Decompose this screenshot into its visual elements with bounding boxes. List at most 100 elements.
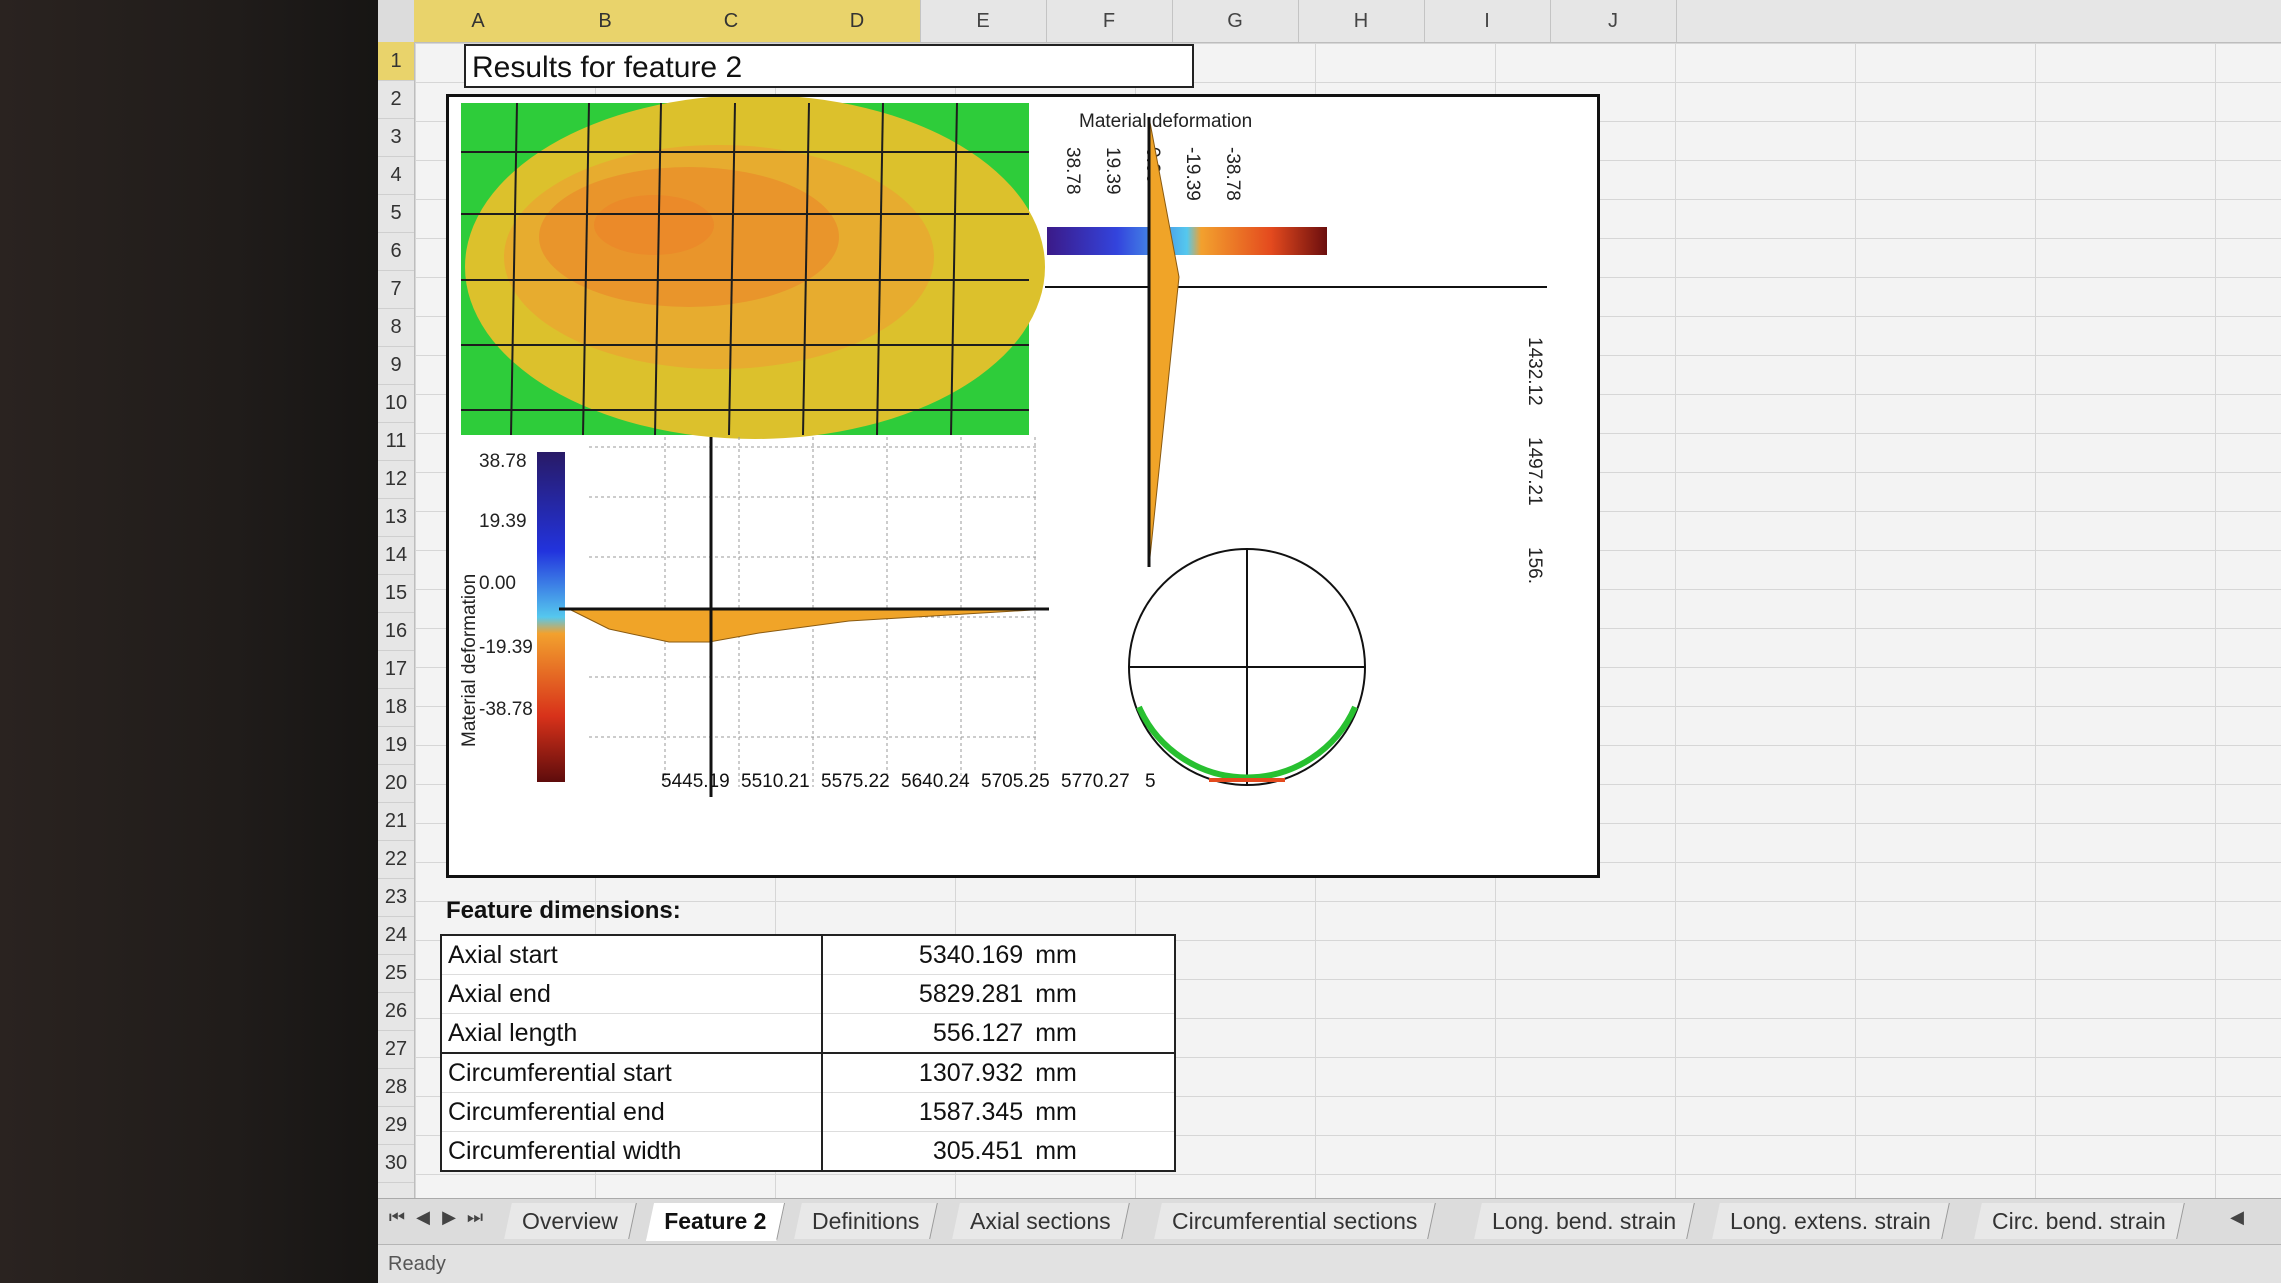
row-header-23[interactable]: 23 — [378, 878, 414, 917]
monitor-bezel — [0, 0, 420, 1283]
tab-label: Overview — [522, 1208, 618, 1234]
dimension-value[interactable]: 1587.345 — [822, 1092, 1030, 1132]
row-header-5[interactable]: 5 — [378, 194, 414, 233]
row-header-24[interactable]: 24 — [378, 916, 414, 955]
x-axis-labels: 5445.19 5510.21 5575.22 5640.24 5705.25 … — [661, 771, 1156, 792]
last-sheet-icon[interactable]: ⏭ — [464, 1207, 486, 1228]
dimension-label[interactable]: Axial end — [441, 974, 824, 1014]
column-d-header[interactable]: D — [794, 0, 921, 42]
x-axis-label: 5640.24 — [901, 771, 970, 792]
dimension-unit[interactable]: mm — [1029, 1052, 1175, 1093]
axial-profile-shape — [568, 608, 1050, 643]
row-header-2[interactable]: 2 — [378, 80, 414, 119]
row-header-16[interactable]: 16 — [378, 612, 414, 651]
deformation-chart: Material deformation 38.78 19.39 0.00 -1… — [446, 94, 1600, 878]
row-header-30[interactable]: 30 — [378, 1144, 414, 1183]
row-header-18[interactable]: 18 — [378, 688, 414, 727]
right-axis-label: 156. — [1524, 547, 1545, 584]
dimension-value[interactable]: 5340.169 — [822, 935, 1030, 975]
next-sheet-icon[interactable]: ▶ — [438, 1207, 460, 1228]
tab-long-bend-strain[interactable]: Long. bend. strain — [1474, 1203, 1695, 1239]
tab-circ-bend-strain[interactable]: Circ. bend. strain — [1974, 1203, 2185, 1239]
status-bar: Ready — [378, 1244, 2281, 1283]
tab-label: Long. bend. strain — [1492, 1208, 1677, 1234]
row-header-25[interactable]: 25 — [378, 954, 414, 993]
row-header-4[interactable]: 4 — [378, 156, 414, 195]
column-g-header[interactable]: G — [1172, 0, 1299, 42]
dimension-unit[interactable]: mm — [1029, 1013, 1175, 1054]
x-axis-label: 5 — [1145, 771, 1156, 792]
dimension-label[interactable]: Circumferential end — [441, 1092, 824, 1132]
right-axis-labels: 1432.12 1497.21 156. — [1524, 337, 1545, 584]
contour-map — [461, 97, 1045, 439]
row-header: 1 2 3 4 5 6 7 8 9 10 11 12 13 14 15 16 1… — [378, 42, 415, 1212]
left-scale-label: -38.78 — [479, 699, 533, 720]
row-header-22[interactable]: 22 — [378, 840, 414, 879]
dimension-label[interactable]: Circumferential start — [441, 1052, 824, 1093]
row-header-10[interactable]: 10 — [378, 384, 414, 423]
row-header-26[interactable]: 26 — [378, 992, 414, 1031]
first-sheet-icon[interactable]: ⏮ — [386, 1207, 408, 1228]
x-axis-label: 5705.25 — [981, 771, 1050, 792]
row-header-1[interactable]: 1 — [378, 42, 414, 81]
dimension-label[interactable]: Axial start — [441, 935, 824, 975]
dimension-label[interactable]: Axial length — [441, 1013, 824, 1054]
left-scale-label: 0.00 — [479, 573, 516, 594]
row-header-12[interactable]: 12 — [378, 460, 414, 499]
table-row: Circumferential start 1307.932 mm — [441, 1052, 1175, 1093]
x-axis-label: 5510.21 — [741, 771, 810, 792]
dimension-unit[interactable]: mm — [1029, 1131, 1175, 1172]
row-header-7[interactable]: 7 — [378, 270, 414, 309]
row-header-13[interactable]: 13 — [378, 498, 414, 537]
row-header-20[interactable]: 20 — [378, 764, 414, 803]
dimension-value[interactable]: 305.451 — [822, 1131, 1030, 1172]
top-scale-label: -19.39 — [1182, 147, 1203, 201]
row-header-11[interactable]: 11 — [378, 422, 414, 461]
dimension-value[interactable]: 1307.932 — [822, 1052, 1030, 1093]
left-legend-title: Material deformation — [459, 574, 480, 747]
x-axis-label: 5445.19 — [661, 771, 730, 792]
row-header-6[interactable]: 6 — [378, 232, 414, 271]
tab-long-extens-strain[interactable]: Long. extens. strain — [1712, 1203, 1950, 1239]
row-header-28[interactable]: 28 — [378, 1068, 414, 1107]
row-header-15[interactable]: 15 — [378, 574, 414, 613]
dimension-unit[interactable]: mm — [1029, 1092, 1175, 1132]
dimension-value[interactable]: 5829.281 — [822, 974, 1030, 1014]
column-h-header[interactable]: H — [1298, 0, 1425, 42]
row-header-21[interactable]: 21 — [378, 802, 414, 841]
tab-overview[interactable]: Overview — [504, 1203, 637, 1239]
column-i-header[interactable]: I — [1424, 0, 1551, 42]
spreadsheet-window: A B C D E F G H I J 1 2 3 4 5 6 7 8 9 10… — [378, 0, 2281, 1283]
dimension-unit[interactable]: mm — [1029, 935, 1175, 975]
tab-scroll-left-icon[interactable]: ◀ — [2226, 1207, 2248, 1228]
column-j-header[interactable]: J — [1550, 0, 1677, 42]
tab-definitions[interactable]: Definitions — [794, 1203, 939, 1239]
column-b-header[interactable]: B — [542, 0, 669, 42]
row-header-27[interactable]: 27 — [378, 1030, 414, 1069]
table-row: Axial start 5340.169 mm — [441, 935, 1175, 975]
row-header-14[interactable]: 14 — [378, 536, 414, 575]
dimension-value[interactable]: 556.127 — [822, 1013, 1030, 1054]
x-axis-label: 5575.22 — [821, 771, 890, 792]
sheet-title-cell[interactable]: Results for feature 2 — [464, 44, 1194, 88]
tab-feature-2[interactable]: Feature 2 — [645, 1203, 786, 1241]
dimension-label[interactable]: Circumferential width — [441, 1131, 824, 1172]
row-header-29[interactable]: 29 — [378, 1106, 414, 1145]
tab-axial-sections[interactable]: Axial sections — [952, 1203, 1130, 1239]
row-header-8[interactable]: 8 — [378, 308, 414, 347]
column-f-header[interactable]: F — [1046, 0, 1173, 42]
tab-circumferential-sections[interactable]: Circumferential sections — [1154, 1203, 1437, 1239]
select-all-corner[interactable] — [378, 0, 415, 43]
column-a-header[interactable]: A — [414, 0, 543, 42]
row-header-17[interactable]: 17 — [378, 650, 414, 689]
prev-sheet-icon[interactable]: ◀ — [412, 1207, 434, 1228]
table-row: Circumferential end 1587.345 mm — [441, 1092, 1175, 1132]
tab-label: Long. extens. strain — [1730, 1208, 1931, 1234]
column-e-header[interactable]: E — [920, 0, 1047, 42]
row-header-19[interactable]: 19 — [378, 726, 414, 765]
dimension-unit[interactable]: mm — [1029, 974, 1175, 1014]
row-header-3[interactable]: 3 — [378, 118, 414, 157]
row-header-9[interactable]: 9 — [378, 346, 414, 385]
left-scale-label: -19.39 — [479, 637, 533, 658]
column-c-header[interactable]: C — [668, 0, 795, 42]
